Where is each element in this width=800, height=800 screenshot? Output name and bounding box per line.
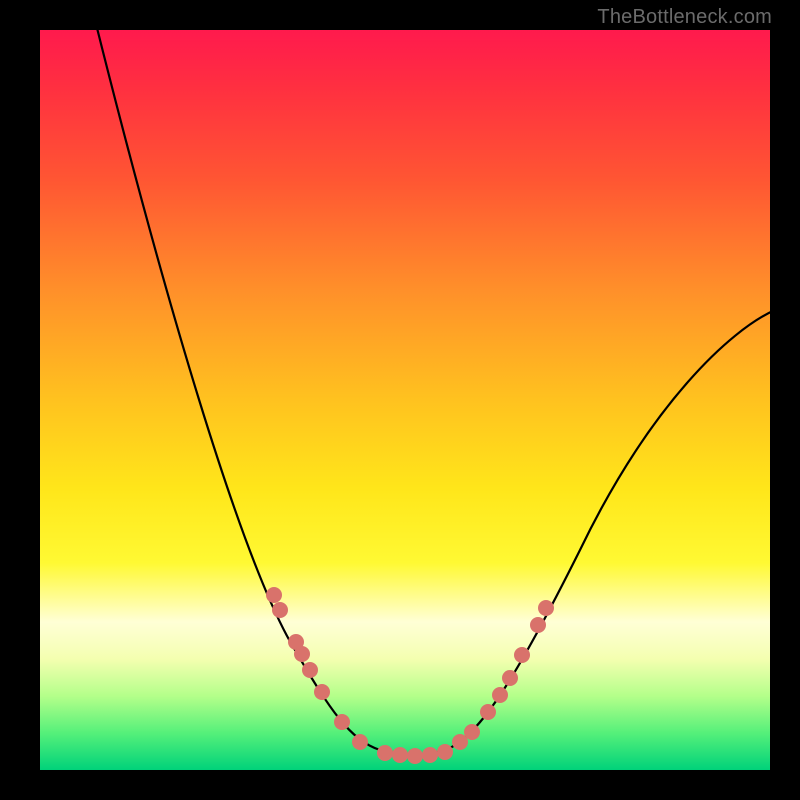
dot-left-7 [352,734,368,750]
dot-left-4 [302,662,318,678]
dot-bottom-4 [437,744,453,760]
dot-left-5 [314,684,330,700]
dot-right-5 [514,647,530,663]
dot-bottom-1 [392,747,408,763]
dot-right-1 [464,724,480,740]
dot-right-7 [538,600,554,616]
dot-left-6 [334,714,350,730]
dots-right-group [452,600,554,750]
dot-right-4 [502,670,518,686]
dot-left-3 [294,646,310,662]
dot-right-3 [492,687,508,703]
chart-frame: TheBottleneck.com [0,0,800,800]
watermark-text: TheBottleneck.com [597,6,772,29]
dot-right-6 [530,617,546,633]
dot-bottom-3 [422,747,438,763]
dot-right-2 [480,704,496,720]
dot-left-0 [266,587,282,603]
dot-left-1 [272,602,288,618]
bottleneck-curve [95,20,775,755]
dots-bottom-group [377,744,453,764]
plot-area [40,30,770,770]
curve-layer [40,30,770,770]
dot-bottom-0 [377,745,393,761]
dots-left-group [266,587,368,750]
dot-bottom-2 [407,748,423,764]
